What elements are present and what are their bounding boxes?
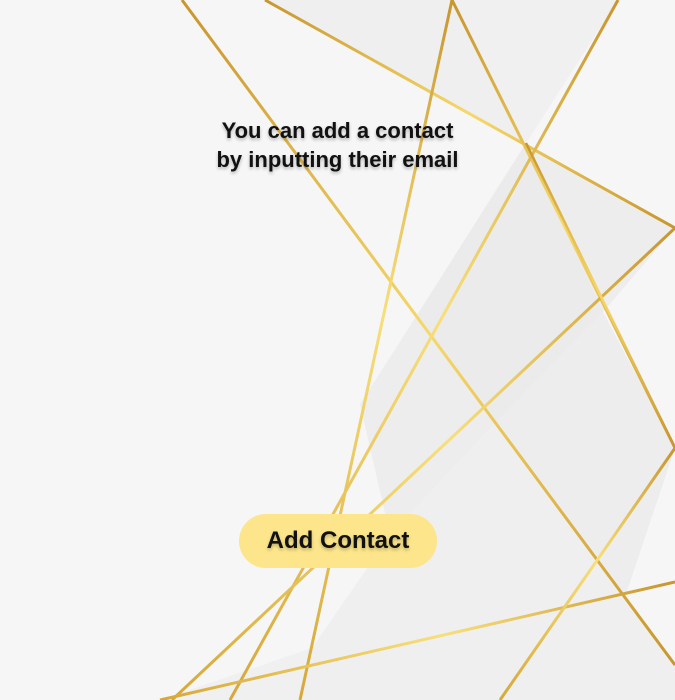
geometric-gold-background	[0, 0, 675, 700]
instructions-line-2: by inputting their email	[216, 147, 459, 172]
add-contact-instructions: You can add a contact by inputting their…	[0, 116, 675, 174]
add-contact-button[interactable]: Add Contact	[239, 514, 437, 568]
instructions-line-1: You can add a contact	[221, 118, 454, 143]
